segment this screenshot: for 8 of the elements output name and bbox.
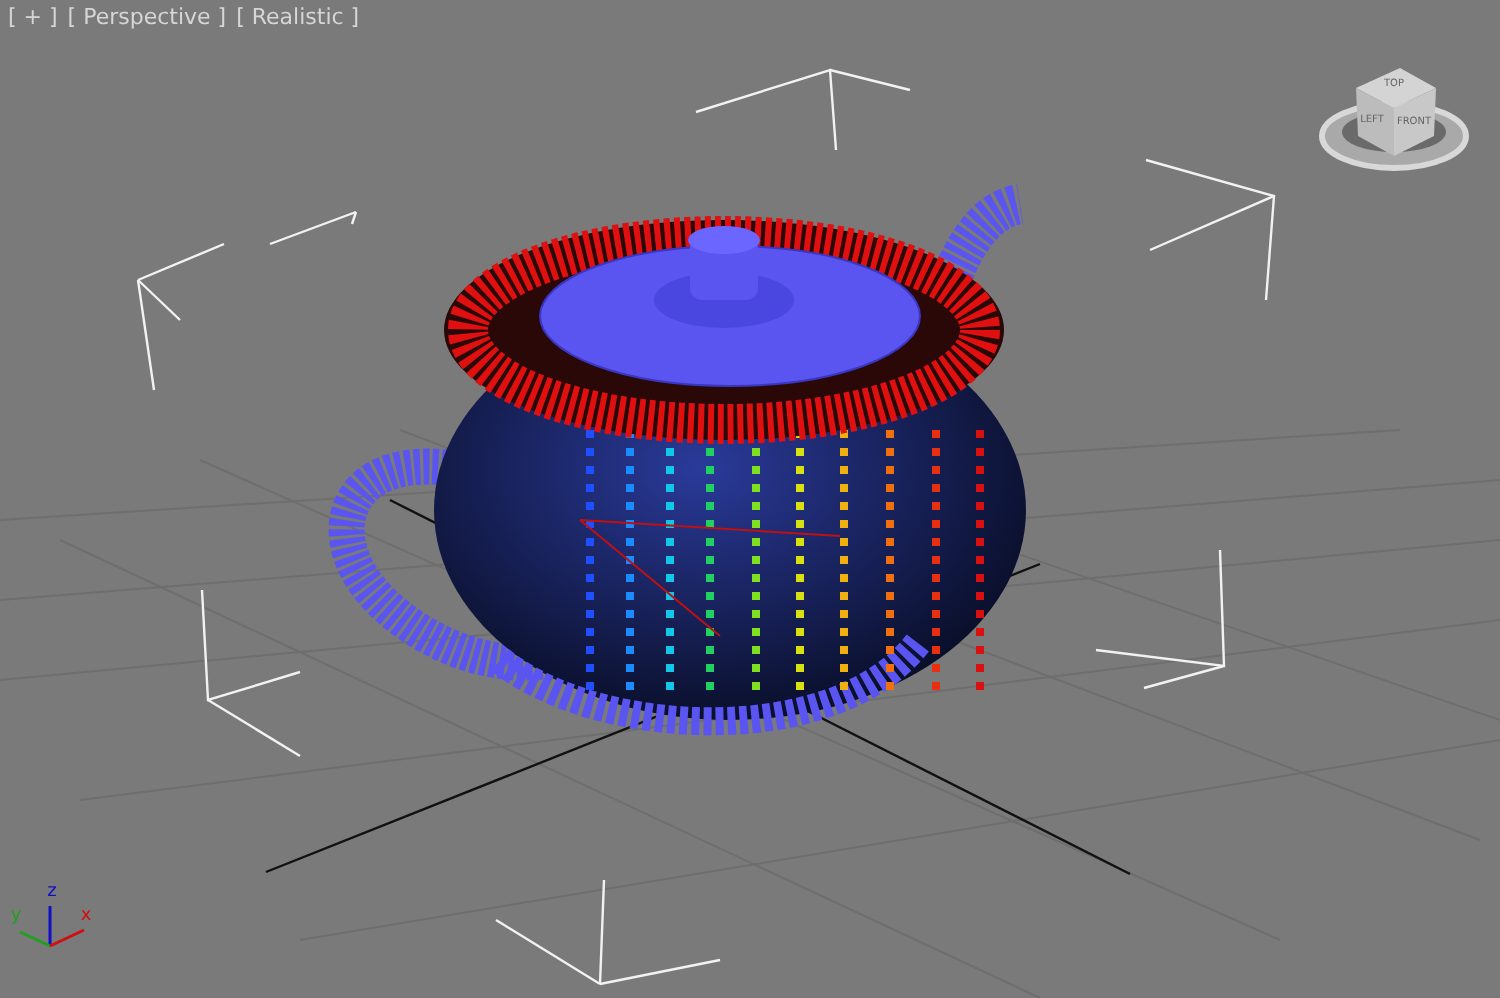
axis-label: y <box>10 906 22 926</box>
viewport-menu-label[interactable]: [ + ] <box>8 4 58 30</box>
viewport-menu-label[interactable]: [ Realistic ] <box>236 4 360 30</box>
axis-label: z <box>47 882 57 902</box>
viewcube-drawing[interactable] <box>1319 68 1469 171</box>
axis-label: x <box>80 906 92 926</box>
viewport-menu-label[interactable]: [ Perspective ] <box>67 4 227 30</box>
axis-gizmo-drawing <box>19 906 85 948</box>
